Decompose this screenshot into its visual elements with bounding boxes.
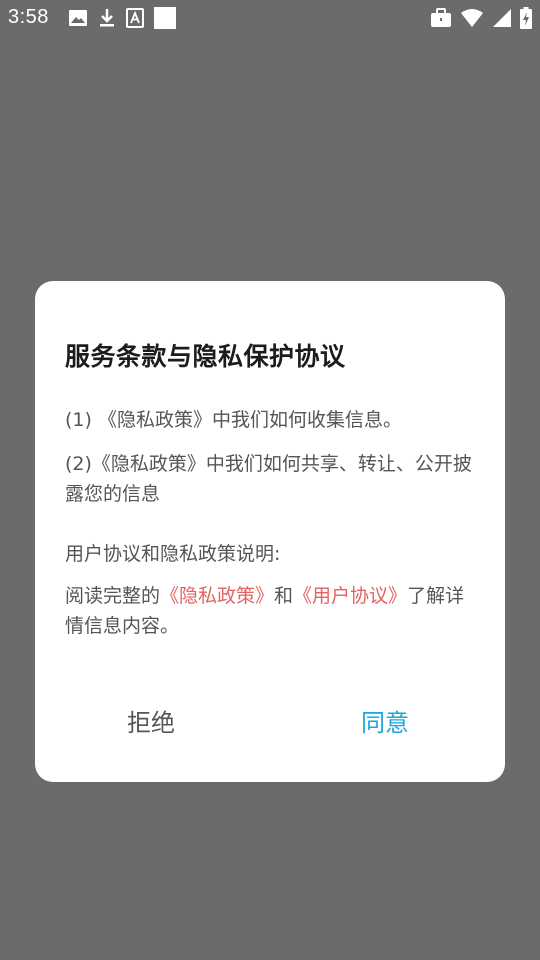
agreement-item-collect: (1) 《隐私政策》中我们如何收集信息。 — [65, 409, 402, 431]
battery-charging-icon — [520, 7, 532, 29]
section-label: 用户协议和隐私政策说明: — [65, 543, 281, 565]
download-icon — [98, 8, 116, 28]
wifi-icon — [460, 8, 484, 28]
read-full-text: 阅读完整的《隐私政策》和《用户协议》了解详情信息内容。 — [65, 581, 477, 641]
font-icon — [126, 8, 144, 28]
agree-button[interactable]: 同意 — [361, 703, 409, 738]
user-agreement-link[interactable]: 《用户协议》 — [293, 585, 407, 607]
square-icon — [154, 7, 176, 29]
signal-icon — [492, 8, 512, 28]
read-prefix: 阅读完整的 — [65, 585, 161, 607]
and-text: 和 — [274, 585, 294, 607]
image-icon — [68, 9, 88, 27]
system-icons — [430, 7, 532, 29]
notification-icons — [68, 7, 176, 29]
privacy-agreement-dialog: 服务条款与隐私保护协议 (1) 《隐私政策》中我们如何收集信息。 (2)《隐私政… — [35, 281, 505, 782]
dialog-title: 服务条款与隐私保护协议 — [65, 342, 346, 371]
briefcase-icon — [430, 8, 452, 28]
privacy-policy-link[interactable]: 《隐私政策》 — [160, 585, 274, 607]
reject-button[interactable]: 拒绝 — [127, 703, 175, 738]
agreement-item-share: (2)《隐私政策》中我们如何共享、转让、公开披露您的信息 — [65, 453, 472, 505]
status-bar: 3:58 — [0, 0, 540, 36]
status-time: 3:58 — [8, 6, 49, 28]
